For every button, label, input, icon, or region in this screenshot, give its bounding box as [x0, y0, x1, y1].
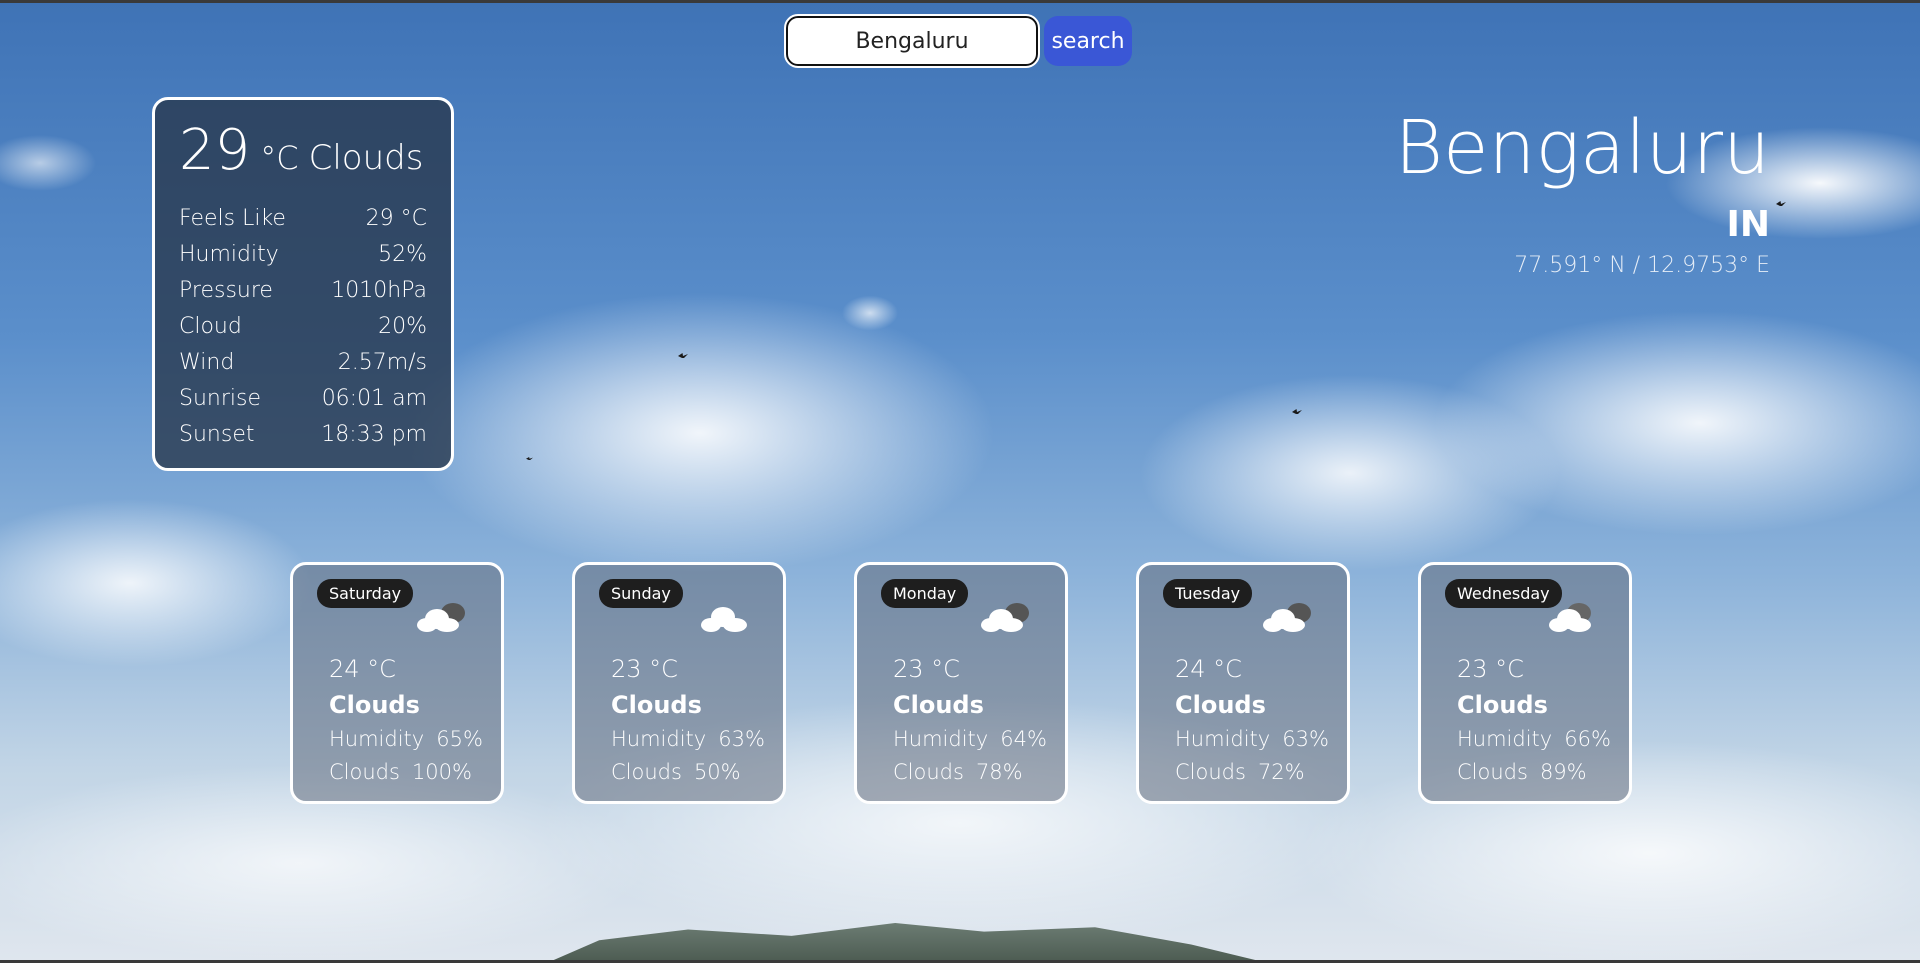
- forecast-row: Saturday 24 °C Clouds Humidity 65% Clouds…: [290, 562, 1632, 804]
- city-name: Bengaluru: [1394, 105, 1770, 191]
- temperature-unit: °C: [260, 139, 299, 177]
- forecast-card-tuesday: Tuesday 24 °C Clouds Humidity 63% Clouds 7…: [1136, 562, 1350, 804]
- clouds-value: 50%: [693, 760, 741, 784]
- humidity-label: Humidity: [1457, 727, 1553, 751]
- humidity-value: 64%: [1000, 727, 1047, 751]
- forecast-temperature: 24 °C: [1175, 655, 1242, 683]
- clouds-label: Clouds: [1457, 760, 1528, 784]
- forecast-clouds: Clouds 78%: [893, 760, 1023, 784]
- detail-value: 20%: [378, 314, 427, 339]
- clouds-value: 78%: [975, 760, 1023, 784]
- search-bar: search: [784, 14, 1132, 68]
- background-hills: [540, 923, 1280, 960]
- clouds-label: Clouds: [893, 760, 964, 784]
- humidity-label: Humidity: [329, 727, 425, 751]
- day-badge: Saturday: [317, 579, 414, 608]
- detail-row-sunset: Sunset 18:33 pm: [179, 417, 427, 453]
- coordinates: 77.591° N / 12.9753° E: [1514, 253, 1770, 278]
- current-summary: 29 °C Clouds: [179, 118, 427, 183]
- humidity-label: Humidity: [611, 727, 707, 751]
- humidity-value: 66%: [1564, 727, 1611, 751]
- detail-row-sunrise: Sunrise 06:01 am: [179, 381, 427, 417]
- forecast-condition: Clouds: [1175, 691, 1266, 719]
- current-temperature: 29: [179, 118, 251, 183]
- broken-clouds-icon: [1263, 603, 1311, 632]
- detail-row-wind: Wind 2.57m/s: [179, 345, 427, 381]
- detail-row-pressure: Pressure 1010hPa: [179, 273, 427, 309]
- clouds-label: Clouds: [1175, 760, 1246, 784]
- search-input[interactable]: [784, 14, 1040, 68]
- bird-silhouette: [678, 353, 688, 358]
- forecast-humidity: Humidity 63%: [611, 727, 765, 751]
- clouds-value: 100%: [411, 760, 472, 784]
- forecast-clouds: Clouds 50%: [611, 760, 741, 784]
- humidity-value: 63%: [1282, 727, 1329, 751]
- current-condition: Clouds: [308, 138, 424, 178]
- forecast-condition: Clouds: [611, 691, 702, 719]
- detail-value: 06:01 am: [321, 386, 427, 411]
- forecast-clouds: Clouds 100%: [329, 760, 472, 784]
- detail-label: Pressure: [179, 278, 273, 303]
- forecast-temperature: 24 °C: [329, 655, 396, 683]
- forecast-temperature: 23 °C: [1457, 655, 1524, 683]
- current-weather-card: 29 °C Clouds Feels Like 29 °C Humidity 5…: [152, 97, 454, 471]
- day-badge: Monday: [881, 579, 969, 608]
- bird-silhouette: [1776, 201, 1786, 206]
- humidity-label: Humidity: [893, 727, 989, 751]
- detail-value: 29 °C: [365, 206, 427, 231]
- detail-value: 1010hPa: [331, 278, 427, 303]
- window-top-border: [0, 0, 1920, 3]
- forecast-clouds: Clouds 72%: [1175, 760, 1305, 784]
- bird-silhouette: [526, 457, 533, 460]
- humidity-value: 65%: [436, 727, 483, 751]
- bird-silhouette: [1292, 409, 1302, 414]
- location-info: Bengaluru IN 77.591° N / 12.9753° E: [1395, 106, 1770, 282]
- detail-label: Sunset: [179, 422, 255, 447]
- scattered-clouds-icon: [701, 607, 747, 632]
- detail-label: Feels Like: [179, 206, 286, 231]
- forecast-temperature: 23 °C: [611, 655, 678, 683]
- clouds-label: Clouds: [329, 760, 400, 784]
- detail-row-cloud: Cloud 20%: [179, 309, 427, 345]
- forecast-humidity: Humidity 64%: [893, 727, 1047, 751]
- day-badge: Sunday: [599, 579, 683, 608]
- detail-label: Humidity: [179, 242, 279, 267]
- forecast-card-sunday: Sunday 23 °C Clouds Humidity 63% Clouds 50…: [572, 562, 786, 804]
- detail-value: 18:33 pm: [321, 422, 427, 447]
- detail-label: Cloud: [179, 314, 242, 339]
- clouds-value: 72%: [1257, 760, 1305, 784]
- forecast-condition: Clouds: [893, 691, 984, 719]
- forecast-card-wednesday: Wednesday 23 °C Clouds Humidity 66% Cloud…: [1418, 562, 1632, 804]
- humidity-value: 63%: [718, 727, 765, 751]
- broken-clouds-icon: [981, 603, 1029, 632]
- forecast-card-monday: Monday 23 °C Clouds Humidity 64% Clouds 78…: [854, 562, 1068, 804]
- forecast-condition: Clouds: [329, 691, 420, 719]
- humidity-label: Humidity: [1175, 727, 1271, 751]
- detail-label: Wind: [179, 350, 235, 375]
- forecast-temperature: 23 °C: [893, 655, 960, 683]
- broken-clouds-icon: [417, 603, 465, 632]
- country-code: IN: [1726, 204, 1770, 245]
- clouds-value: 89%: [1539, 760, 1587, 784]
- forecast-humidity: Humidity 63%: [1175, 727, 1329, 751]
- detail-row-humidity: Humidity 52%: [179, 237, 427, 273]
- search-button[interactable]: search: [1044, 16, 1132, 66]
- overcast-clouds-icon: [1549, 603, 1591, 632]
- detail-value: 52%: [378, 242, 427, 267]
- detail-row-feels-like: Feels Like 29 °C: [179, 201, 427, 237]
- forecast-humidity: Humidity 66%: [1457, 727, 1611, 751]
- forecast-clouds: Clouds 89%: [1457, 760, 1587, 784]
- detail-label: Sunrise: [179, 386, 262, 411]
- forecast-humidity: Humidity 65%: [329, 727, 483, 751]
- clouds-label: Clouds: [611, 760, 682, 784]
- detail-value: 2.57m/s: [337, 350, 427, 375]
- forecast-condition: Clouds: [1457, 691, 1548, 719]
- forecast-card-saturday: Saturday 24 °C Clouds Humidity 65% Clouds…: [290, 562, 504, 804]
- day-badge: Tuesday: [1163, 579, 1253, 608]
